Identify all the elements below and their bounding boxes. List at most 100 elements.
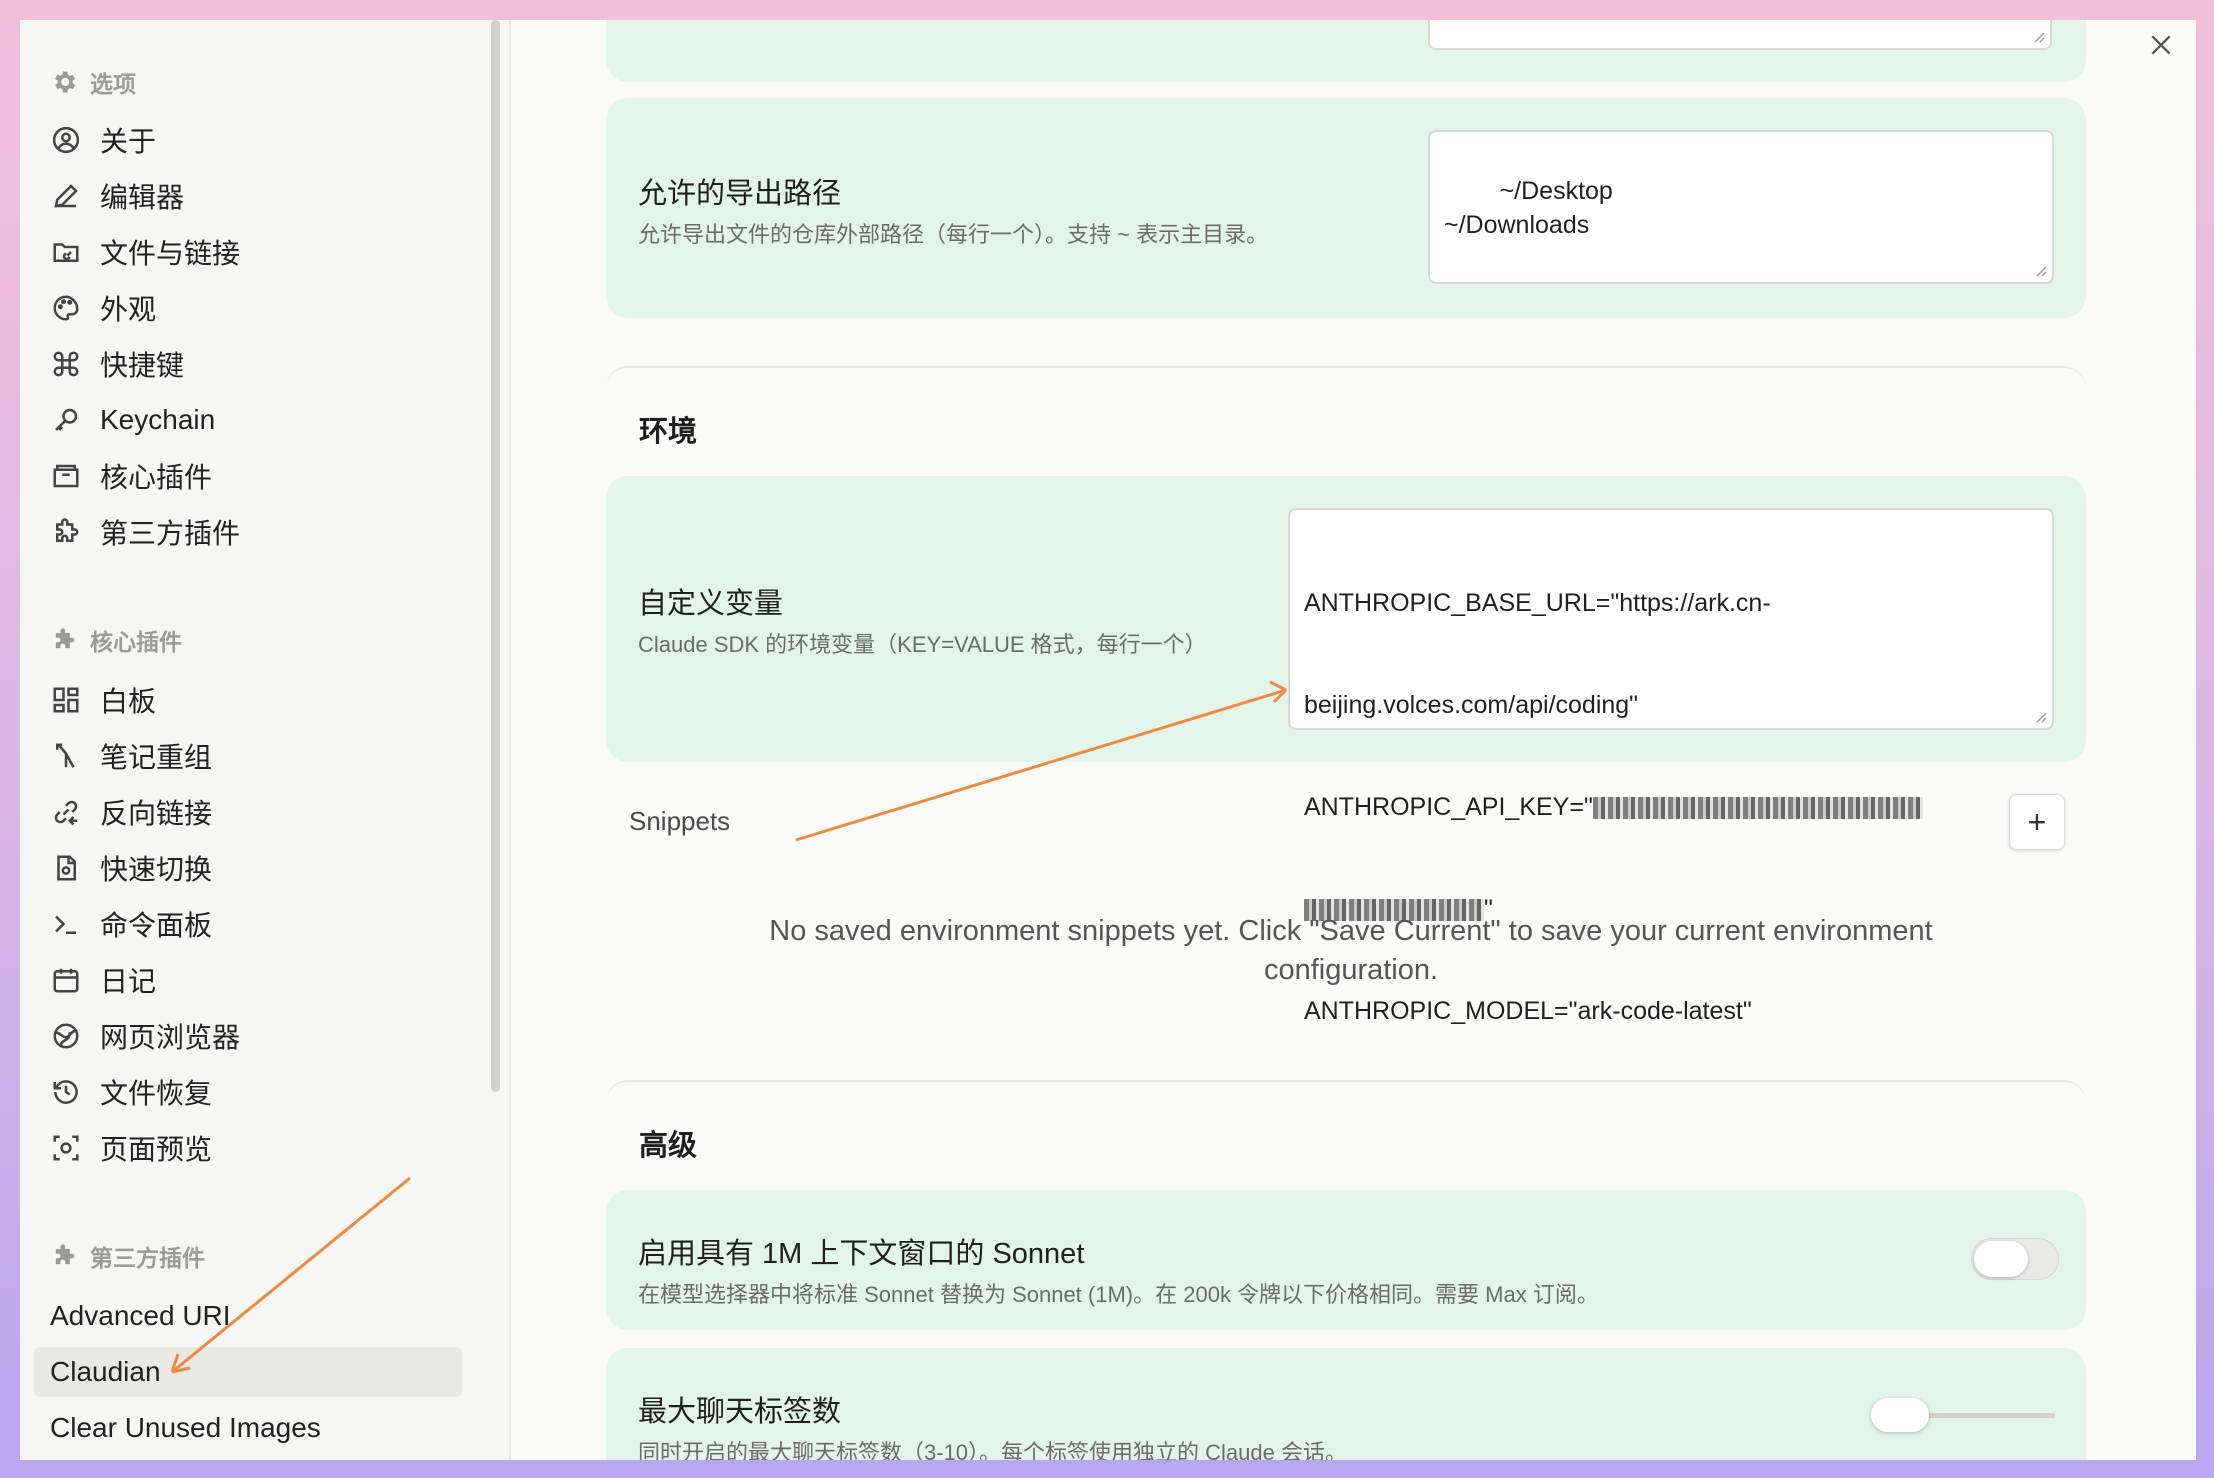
sidebar-item-daily-notes[interactable]: 日记: [50, 956, 156, 1004]
sidebar-item-note-composer[interactable]: 笔记重组: [50, 732, 212, 780]
setting-card-export-paths: 允许的导出路径 允许导出文件的仓库外部路径（每行一个）。支持 ~ 表示主目录。 …: [606, 98, 2086, 318]
sidebar-item-file-recovery[interactable]: 文件恢复: [50, 1068, 212, 1116]
sidebar-item-editor[interactable]: 编辑器: [50, 172, 184, 220]
setting-title: 启用具有 1M 上下文窗口的 Sonnet: [638, 1238, 1085, 1270]
sidebar-item-label: 文件恢复: [100, 1078, 213, 1109]
setting-description: 同时开启的最大聊天标签数（3-10）。每个标签使用独立的 Claude 会话。: [638, 1440, 1347, 1460]
textarea-value: ~/Desktop ~/Downloads: [1444, 177, 1613, 239]
sidebar-item-label: Claudian: [50, 1356, 161, 1387]
sidebar-item-clear-unused-images[interactable]: Clear Unused Images: [34, 1403, 462, 1453]
sidebar-item-core-plugins[interactable]: 核心插件: [50, 452, 212, 500]
resize-handle-icon: [2036, 712, 2047, 723]
sidebar-item-label: Advanced URI: [50, 1300, 231, 1331]
setting-card-max-tabs: 最大聊天标签数 同时开启的最大聊天标签数（3-10）。每个标签使用独立的 Cla…: [606, 1348, 2086, 1460]
setting-title: 允许的导出路径: [638, 178, 842, 210]
sidebar-header-label: 第三方插件: [90, 1245, 205, 1271]
section-divider: [606, 366, 2086, 388]
sidebar-item-label: 快捷键: [100, 350, 185, 381]
setting-card-custom-variables: 自定义变量 Claude SDK 的环境变量（KEY=VALUE 格式，每行一个…: [606, 476, 2086, 1025]
snippets-empty-message: No saved environment snippets yet. Click…: [769, 915, 1933, 986]
env-line: ANTHROPIC_BASE_URL="https://ark.cn-: [1304, 589, 1771, 617]
sidebar-item-appearance[interactable]: 外观: [50, 284, 156, 332]
user-circle-icon: [50, 124, 82, 156]
sidebar-item-label: 反向链接: [100, 798, 213, 829]
sidebar-item-label: 文件与链接: [100, 238, 241, 269]
setting-description: 允许导出文件的仓库外部路径（每行一个）。支持 ~ 表示主目录。: [638, 222, 1269, 247]
sonnet-1m-toggle[interactable]: [1971, 1238, 2059, 1280]
redacted-key: [1592, 797, 1923, 820]
calendar-icon: [50, 964, 82, 996]
custom-variables-textarea[interactable]: ANTHROPIC_BASE_URL="https://ark.cn- beij…: [1288, 508, 2054, 1025]
puzzle-icon: [55, 1244, 75, 1265]
sidebar-item-hotkeys[interactable]: 快捷键: [50, 340, 184, 388]
sidebar-item-about[interactable]: 关于: [50, 116, 156, 164]
sidebar-header-community-plugins: 第三方插件: [50, 1236, 205, 1276]
setting-title: 最大聊天标签数: [638, 1396, 842, 1428]
add-snippet-button[interactable]: +: [2009, 794, 2065, 850]
sidebar-header-label: 选项: [90, 71, 136, 97]
puzzle-icon: [50, 516, 82, 548]
sidebar-item-label: 白板: [100, 686, 157, 717]
sidebar-item-quick-switcher[interactable]: 快速切换: [50, 844, 212, 892]
env-line-api-key: ANTHROPIC_API_KEY=": [1304, 790, 2038, 824]
sidebar-item-label: 核心插件: [100, 462, 213, 493]
sidebar-item-label: Keychain: [100, 404, 216, 435]
settings-content: 允许的导出路径 允许导出文件的仓库外部路径（每行一个）。支持 ~ 表示主目录。 …: [511, 20, 2196, 1460]
export-paths-textarea[interactable]: ~/Desktop ~/Downloads: [1428, 130, 2054, 284]
sidebar-item-label: 关于: [100, 126, 157, 157]
sidebar-item-claudian[interactable]: Claudian: [34, 1347, 462, 1397]
max-tabs-slider-thumb[interactable]: [1871, 1398, 1929, 1432]
sidebar-item-label: 页面预览: [100, 1134, 213, 1165]
sidebar-item-command-palette[interactable]: 命令面板: [50, 900, 212, 948]
preview-icon: [50, 1132, 82, 1164]
sidebar-item-backlinks[interactable]: 反向链接: [50, 788, 212, 836]
sidebar-item-label: 编辑器: [100, 182, 185, 213]
sidebar-item-web-viewer[interactable]: 网页浏览器: [50, 1012, 240, 1060]
sidebar-item-label: 外观: [100, 294, 157, 325]
close-icon: [2151, 35, 2171, 55]
file-switch-icon: [50, 852, 82, 884]
sidebar-item-label: 网页浏览器: [100, 1022, 241, 1053]
setting-card-sonnet-1m: 启用具有 1M 上下文窗口的 Sonnet 在模型选择器中将标准 Sonnet …: [606, 1190, 2086, 1330]
env-line: ANTHROPIC_MODEL="ark-code-latest": [1304, 997, 1752, 1025]
section-divider: [606, 1080, 2086, 1102]
sidebar-item-label: 快速切换: [100, 854, 213, 885]
resize-handle-icon: [2034, 32, 2045, 43]
sidebar-item-keychain[interactable]: Keychain: [50, 396, 215, 444]
sidebar-item-canvas[interactable]: 白板: [50, 676, 156, 724]
key-icon: [50, 404, 82, 436]
setting-title: 自定义变量: [638, 588, 784, 620]
sidebar-item-label: 命令面板: [100, 910, 213, 941]
section-title-environment: 环境: [639, 416, 698, 448]
gear-icon: [55, 71, 76, 93]
puzzle-icon: [55, 628, 75, 649]
close-button[interactable]: [2140, 24, 2182, 66]
sidebar-item-community-plugins[interactable]: 第三方插件: [50, 508, 240, 556]
setting-description: 在模型选择器中将标准 Sonnet 替换为 Sonnet (1M)。在 200k…: [638, 1282, 1599, 1307]
partial-textarea[interactable]: [1428, 20, 2052, 50]
sidebar-item-label: 笔记重组: [100, 742, 213, 773]
section-title-advanced: 高级: [639, 1130, 698, 1162]
terminal-icon: [50, 908, 82, 940]
settings-sidebar: 选项 关于 编辑器 文件与链接 外观 快捷键 Keychain 核心插件 第三方…: [20, 20, 511, 1460]
sidebar-scrollbar[interactable]: [491, 20, 500, 1092]
sidebar-header-core-plugins: 核心插件: [50, 620, 182, 660]
globe-icon: [50, 1020, 82, 1052]
resize-handle-icon: [2036, 266, 2047, 277]
sidebar-item-page-preview[interactable]: 页面预览: [50, 1124, 212, 1172]
sidebar-item-files-links[interactable]: 文件与链接: [50, 228, 240, 276]
folder-link-icon: [50, 236, 82, 268]
command-icon: [50, 348, 82, 380]
sidebar-header-options: 选项: [50, 62, 136, 102]
sidebar-item-advanced-uri[interactable]: Advanced URI: [34, 1291, 462, 1341]
snippets-label: Snippets: [629, 806, 731, 836]
sidebar-header-label: 核心插件: [90, 629, 182, 655]
box-icon: [50, 460, 82, 492]
sidebar-item-label: 日记: [100, 966, 157, 997]
backlink-icon: [50, 796, 82, 828]
canvas-icon: [50, 684, 82, 716]
history-icon: [50, 1076, 82, 1108]
palette-icon: [50, 292, 82, 324]
setting-card-partial: [606, 20, 2086, 82]
settings-window: 选项 关于 编辑器 文件与链接 外观 快捷键 Keychain 核心插件 第三方…: [20, 20, 2196, 1460]
